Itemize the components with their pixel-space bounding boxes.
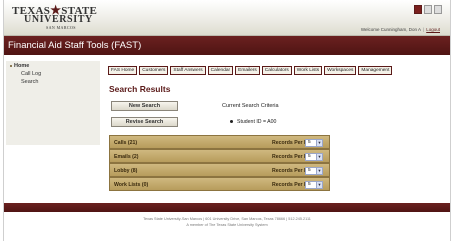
tab-staff-answers[interactable]: Staff Answers xyxy=(170,66,206,75)
welcome-bar: Welcome Cunningham, Don A | Logout xyxy=(361,27,440,32)
app-title: Financial Aid Staff Tools (FAST) xyxy=(8,40,142,51)
help-icon[interactable] xyxy=(434,5,442,14)
criteria-item-text: Student ID = A00 xyxy=(237,119,277,125)
footer-address: Texas State University-San Marcos | 601 … xyxy=(143,217,311,221)
revise-search-button[interactable]: Revise Search xyxy=(111,117,178,127)
result-row-work-lists[interactable]: Work Lists (0) Records Per Page: 5 ▼ xyxy=(109,177,330,191)
notification-icon[interactable] xyxy=(414,5,422,14)
tab-calculators[interactable]: Calculators xyxy=(261,66,292,75)
sidebar: Home Call Log Search xyxy=(6,61,100,145)
tab-customers[interactable]: Customers xyxy=(139,66,169,75)
tab-work-lists[interactable]: Work Lists xyxy=(293,66,323,75)
records-per-page-select[interactable]: 5 ▼ xyxy=(305,139,323,147)
select-value: 5 xyxy=(308,182,311,187)
app-title-bar: Financial Aid Staff Tools (FAST) xyxy=(4,36,450,55)
tab-fas-home[interactable]: FAS Home xyxy=(108,66,138,75)
result-row-label[interactable]: Emails (2) xyxy=(114,154,139,160)
criteria-item: Student ID = A00 xyxy=(230,119,276,125)
footer-bar xyxy=(4,203,450,212)
bullet-icon xyxy=(10,64,12,67)
tab-calendar[interactable]: Calendar xyxy=(207,66,234,75)
top-icon-group xyxy=(414,5,442,14)
logo-campus: SAN MARCOS xyxy=(46,25,76,30)
sidebar-item-label: Home xyxy=(14,63,30,69)
bullet-icon xyxy=(230,120,233,124)
sidebar-item-search[interactable]: Search xyxy=(21,79,38,85)
print-icon[interactable] xyxy=(424,5,432,14)
sidebar-item-home[interactable]: Home xyxy=(10,63,29,69)
records-per-page-select[interactable]: 5 ▼ xyxy=(305,167,323,175)
select-value: 5 xyxy=(308,168,311,173)
logout-link[interactable]: Logout xyxy=(426,27,440,32)
logo-university: UNIVERSITY xyxy=(24,14,93,25)
page-title: Search Results xyxy=(109,84,171,94)
dropdown-arrow-icon[interactable]: ▼ xyxy=(316,140,322,146)
main-nav-tabs: FAS Home Customers Staff Answers Calenda… xyxy=(108,66,393,75)
select-value: 5 xyxy=(308,140,311,145)
tab-workspaces[interactable]: Workspaces xyxy=(324,66,357,75)
criteria-title: Current Search Criteria xyxy=(222,103,279,109)
result-row-calls[interactable]: Calls (21) Records Per Page: 5 ▼ xyxy=(109,135,330,149)
top-header: TEXAS★STATE UNIVERSITY SAN MARCOS Welcom… xyxy=(4,0,450,36)
result-row-lobby[interactable]: Lobby (8) Records Per Page: 5 ▼ xyxy=(109,163,330,177)
tab-management[interactable]: Management xyxy=(358,66,393,75)
result-row-emails[interactable]: Emails (2) Records Per Page: 5 ▼ xyxy=(109,149,330,163)
result-row-label[interactable]: Lobby (8) xyxy=(114,168,137,174)
dropdown-arrow-icon[interactable]: ▼ xyxy=(316,182,322,188)
records-per-page-select[interactable]: 5 ▼ xyxy=(305,153,323,161)
results-list: Calls (21) Records Per Page: 5 ▼ Emails (… xyxy=(109,135,330,191)
university-logo[interactable]: TEXAS★STATE UNIVERSITY SAN MARCOS xyxy=(12,3,140,33)
new-search-button[interactable]: New Search xyxy=(111,101,178,111)
footer-system: A member of The Texas State University S… xyxy=(186,223,268,227)
page-frame: TEXAS★STATE UNIVERSITY SAN MARCOS Welcom… xyxy=(3,0,451,241)
records-per-page-select[interactable]: 5 ▼ xyxy=(305,181,323,189)
dropdown-arrow-icon[interactable]: ▼ xyxy=(316,154,322,160)
select-value: 5 xyxy=(308,154,311,159)
welcome-text: Welcome Cunningham, Don A xyxy=(360,27,422,32)
welcome-separator: | xyxy=(423,27,425,32)
result-row-label[interactable]: Calls (21) xyxy=(114,140,137,146)
dropdown-arrow-icon[interactable]: ▼ xyxy=(316,168,322,174)
result-row-label[interactable]: Work Lists (0) xyxy=(114,182,148,188)
sidebar-item-call-log[interactable]: Call Log xyxy=(21,71,41,77)
tab-emailers[interactable]: Emailers xyxy=(235,66,260,75)
